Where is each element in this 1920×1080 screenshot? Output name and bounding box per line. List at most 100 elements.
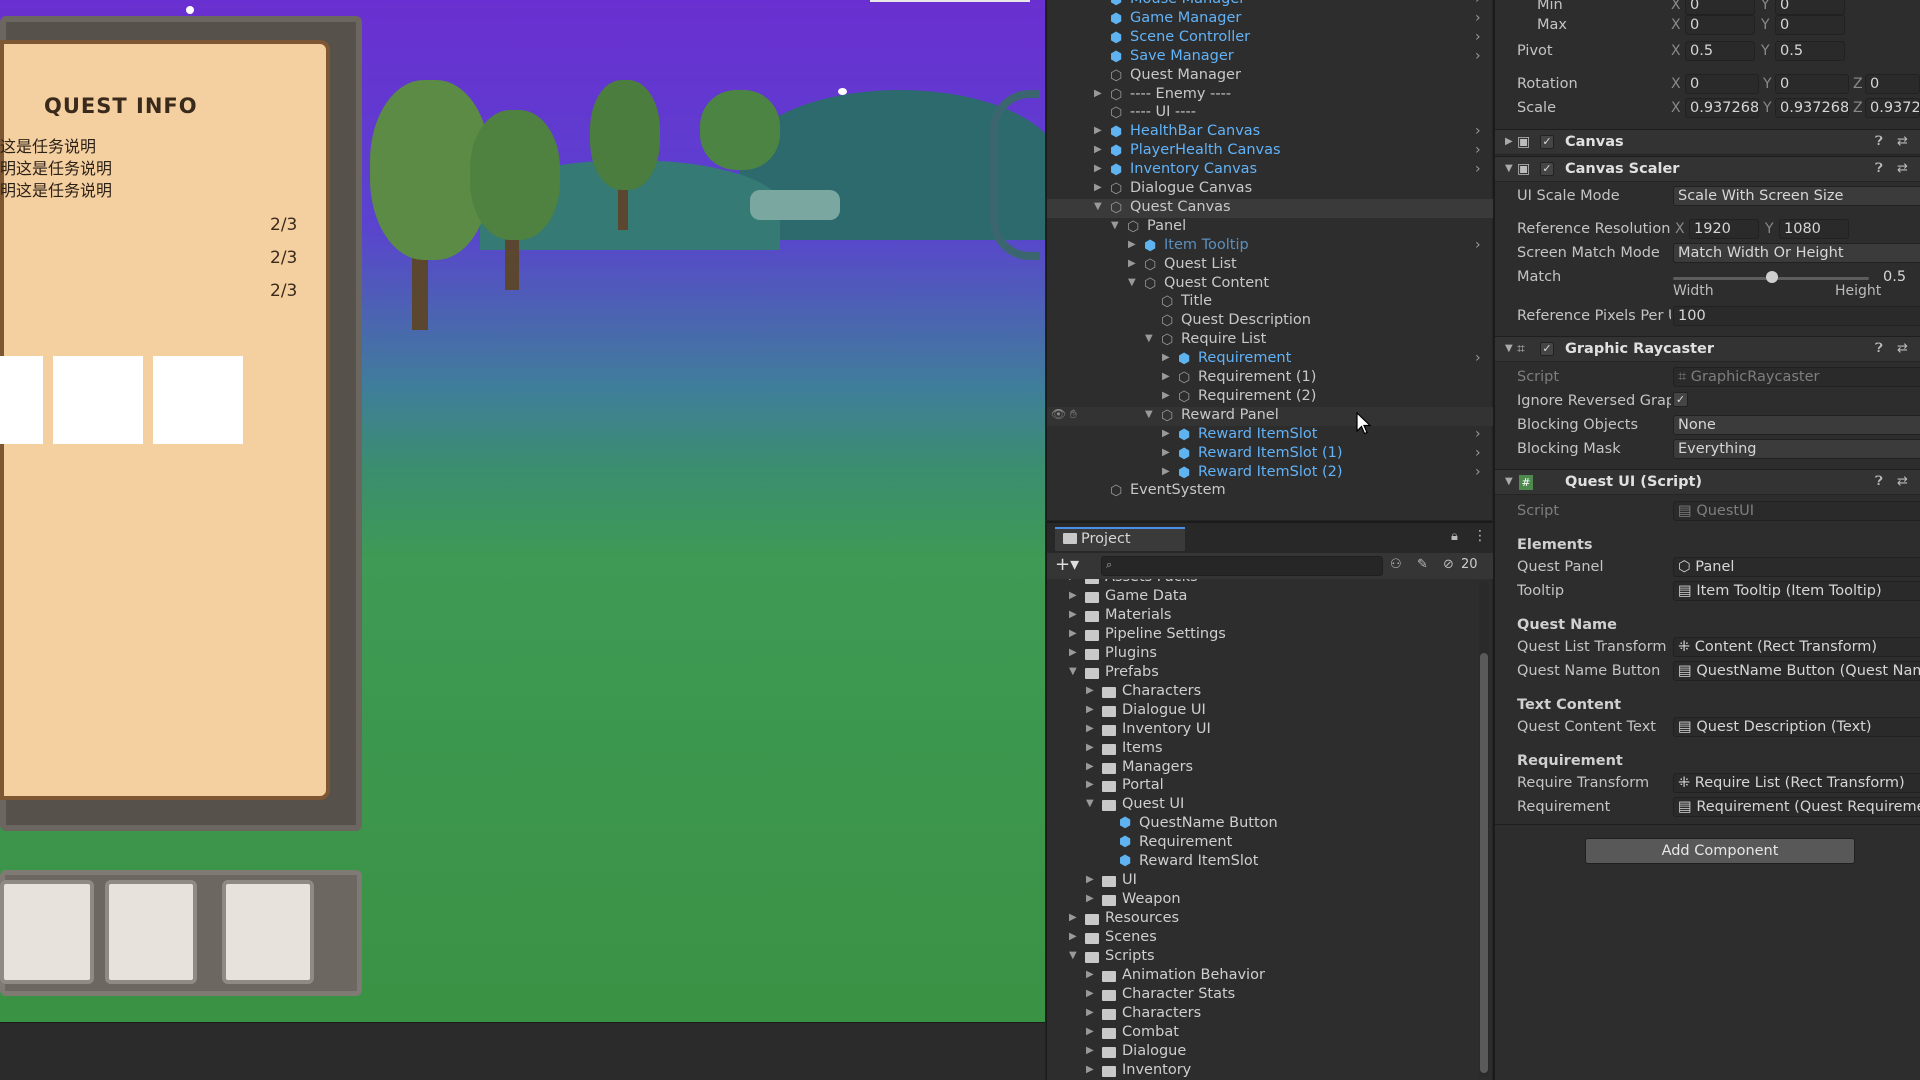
collapse-triangle-icon[interactable]: ▼: [1128, 277, 1136, 288]
open-prefab-arrow-icon[interactable]: ›: [1475, 142, 1481, 158]
inspector-panel[interactable]: Min X 0 Y 0 Max X 0 Y 0 Pivot X 0.5 Y 0.…: [1493, 0, 1920, 1080]
hierarchy-item[interactable]: ⬢ Game Manager ›: [1047, 10, 1493, 29]
collapse-triangle-icon[interactable]: ▼: [1505, 476, 1513, 487]
hierarchy-item[interactable]: ▶ ⬡ ---- Enemy ----: [1047, 86, 1493, 105]
expand-triangle-icon[interactable]: ▶: [1069, 579, 1077, 582]
collapse-triangle-icon[interactable]: ▼: [1505, 343, 1513, 354]
project-item[interactable]: ▶ Dialogue: [1047, 1043, 1477, 1062]
expand-triangle-icon[interactable]: ▶: [1128, 258, 1136, 269]
project-item[interactable]: ▶ Managers: [1047, 759, 1477, 778]
collapse-triangle-icon[interactable]: ▼: [1094, 201, 1102, 212]
expand-triangle-icon[interactable]: ▶: [1094, 182, 1102, 193]
project-item[interactable]: ⬢ QuestName Button: [1047, 815, 1477, 834]
canvas-component-header[interactable]: ▶ ▣ ✓ Canvas ❓︎ ⇄: [1495, 129, 1920, 155]
ignore-reversed-checkbox[interactable]: ✓: [1673, 392, 1688, 407]
collapse-triangle-icon[interactable]: ▼: [1145, 409, 1153, 420]
project-item[interactable]: ▼ Scripts: [1047, 948, 1477, 967]
expand-triangle-icon[interactable]: ▶: [1086, 742, 1094, 753]
graphic-raycaster-component-header[interactable]: ▼ ⌗ ✓ Graphic Raycaster ❓︎ ⇄: [1495, 336, 1920, 362]
quest-ui-component-header[interactable]: ▼ # Quest UI (Script) ❓︎ ⇄: [1495, 469, 1920, 495]
expand-triangle-icon[interactable]: ▶: [1162, 371, 1170, 382]
project-item[interactable]: ▶ Game Data: [1047, 588, 1477, 607]
expand-triangle-icon[interactable]: ▶: [1069, 647, 1077, 658]
match-value[interactable]: 0.5: [1883, 269, 1906, 285]
pivot-x-field[interactable]: 0.5: [1685, 41, 1755, 61]
hierarchy-panel[interactable]: ⬢ Mouse Manager › ⬢ Game Manager › ⬢ Scene Cont…: [1046, 0, 1493, 520]
tooltip-field[interactable]: ▤ Item Tooltip (Item Tooltip): [1673, 581, 1920, 601]
search-by-type-icon[interactable]: ⚇: [1390, 557, 1402, 572]
hierarchy-item[interactable]: ▶ ⬢ Inventory Canvas ›: [1047, 161, 1493, 180]
rotation-y-field[interactable]: 0: [1775, 74, 1849, 94]
open-prefab-arrow-icon[interactable]: ›: [1475, 350, 1481, 366]
hierarchy-item[interactable]: ▶ ⬢ PlayerHealth Canvas ›: [1047, 142, 1493, 161]
hierarchy-item[interactable]: ▼ ⬡ Panel: [1047, 218, 1493, 237]
project-item[interactable]: ▶ Scenes: [1047, 929, 1477, 948]
project-item[interactable]: ▶ Animation Behavior: [1047, 967, 1477, 986]
expand-triangle-icon[interactable]: ▶: [1086, 1026, 1094, 1037]
expand-triangle-icon[interactable]: ▶: [1069, 609, 1077, 620]
open-prefab-arrow-icon[interactable]: ›: [1475, 161, 1481, 177]
expand-triangle-icon[interactable]: ▶: [1094, 88, 1102, 99]
reward-slot[interactable]: [0, 356, 43, 444]
rotation-z-field[interactable]: 0: [1865, 74, 1920, 94]
hierarchy-item[interactable]: ▼ ⬡ Reward Panel 👁︎ ✋︎: [1047, 406, 1493, 426]
project-panel[interactable]: Project 🔒︎ ⋮ +▾ ⌕ ⚇ ✎ ⊘ 20 ▶ Assets Packs…: [1046, 521, 1493, 1080]
collapse-triangle-icon[interactable]: ▼: [1086, 798, 1094, 809]
project-item[interactable]: ▶ Dialogue UI: [1047, 702, 1477, 721]
expand-triangle-icon[interactable]: ▶: [1162, 466, 1170, 477]
expand-triangle-icon[interactable]: ▶: [1162, 428, 1170, 439]
hierarchy-item[interactable]: ▶ ⬢ Reward ItemSlot (1) ›: [1047, 445, 1493, 464]
open-prefab-arrow-icon[interactable]: ›: [1475, 10, 1481, 26]
project-item[interactable]: ⬢ Requirement: [1047, 834, 1477, 853]
expand-triangle-icon[interactable]: ▶: [1086, 893, 1094, 904]
canvas-enabled-checkbox[interactable]: ✓: [1540, 135, 1554, 149]
expand-triangle-icon[interactable]: ▶: [1086, 1045, 1094, 1056]
expand-triangle-icon[interactable]: ▶: [1086, 704, 1094, 715]
help-icon[interactable]: ❓︎: [1875, 341, 1883, 356]
open-prefab-arrow-icon[interactable]: ›: [1475, 445, 1481, 461]
hierarchy-item[interactable]: ▶ ⬢ Reward ItemSlot ›: [1047, 426, 1493, 445]
canvas-scaler-enabled-checkbox[interactable]: ✓: [1540, 162, 1554, 176]
raycaster-enabled-checkbox[interactable]: ✓: [1540, 342, 1554, 356]
hierarchy-item[interactable]: ⬢ Mouse Manager ›: [1047, 0, 1493, 10]
project-item[interactable]: ▶ UI: [1047, 872, 1477, 891]
project-item[interactable]: ▶ Portal: [1047, 777, 1477, 796]
open-prefab-arrow-icon[interactable]: ›: [1475, 237, 1481, 253]
project-item[interactable]: ▶ Materials: [1047, 607, 1477, 626]
help-icon[interactable]: ❓︎: [1875, 134, 1883, 149]
expand-triangle-icon[interactable]: ▶: [1069, 590, 1077, 601]
hierarchy-item[interactable]: ▶ ⬢ Requirement ›: [1047, 350, 1493, 369]
expand-triangle-icon[interactable]: ▶: [1162, 447, 1170, 458]
hierarchy-item[interactable]: ⬡ Quest Description: [1047, 312, 1493, 331]
scrollbar-thumb[interactable]: [1480, 653, 1488, 1073]
settings-icon[interactable]: ⇄: [1897, 341, 1908, 356]
hierarchy-item[interactable]: ▶ ⬢ Reward ItemSlot (2) ›: [1047, 464, 1493, 483]
hierarchy-item[interactable]: ▶ ⬡ Requirement (2): [1047, 388, 1493, 407]
project-item[interactable]: ▶ Character Stats: [1047, 986, 1477, 1005]
open-prefab-arrow-icon[interactable]: ›: [1475, 48, 1481, 64]
settings-icon[interactable]: ⇄: [1897, 161, 1908, 176]
expand-triangle-icon[interactable]: ▶: [1505, 136, 1513, 147]
hierarchy-item[interactable]: ▶ ⬡ Dialogue Canvas: [1047, 180, 1493, 199]
expand-triangle-icon[interactable]: ▶: [1128, 239, 1136, 250]
open-prefab-arrow-icon[interactable]: ›: [1475, 123, 1481, 139]
quest-content-text-field[interactable]: ▤ Quest Description (Text): [1673, 717, 1920, 737]
action-slot[interactable]: [105, 880, 197, 984]
open-prefab-arrow-icon[interactable]: ›: [1475, 0, 1481, 7]
project-item[interactable]: ▶ Characters: [1047, 683, 1477, 702]
search-by-label-icon[interactable]: ✎: [1417, 557, 1428, 572]
screen-match-mode-dropdown[interactable]: Match Width Or Height: [1673, 243, 1920, 263]
expand-triangle-icon[interactable]: ▶: [1086, 1007, 1094, 1018]
open-prefab-arrow-icon[interactable]: ›: [1475, 426, 1481, 442]
hierarchy-item[interactable]: ⬢ Save Manager ›: [1047, 48, 1493, 67]
reward-slot[interactable]: [153, 356, 243, 444]
pivot-y-field[interactable]: 0.5: [1775, 41, 1845, 61]
project-item[interactable]: ▼ Quest UI: [1047, 796, 1477, 815]
hierarchy-item[interactable]: ▼ ⬡ Quest Content: [1047, 275, 1493, 294]
project-item[interactable]: ▶ Pipeline Settings: [1047, 626, 1477, 645]
hierarchy-item[interactable]: ▶ ⬢ Item Tooltip ›: [1047, 237, 1493, 256]
scale-y-field[interactable]: 0.937268: [1775, 98, 1849, 118]
project-search-input[interactable]: ⌕: [1101, 556, 1383, 576]
project-item[interactable]: ▶ Inventory: [1047, 1062, 1477, 1079]
expand-triangle-icon[interactable]: ▶: [1086, 685, 1094, 696]
